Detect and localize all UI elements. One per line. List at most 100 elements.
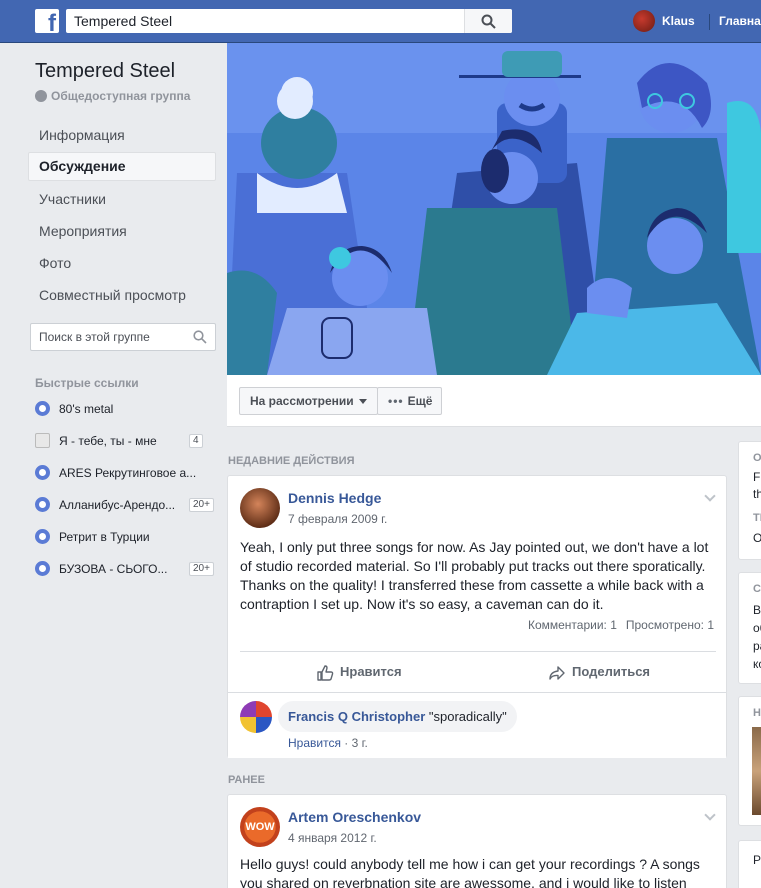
post-text: Yeah, I only put three songs for now. As…	[240, 539, 709, 612]
author-avatar[interactable]	[240, 488, 280, 528]
comment-meta: Нравится · 3 г.	[288, 736, 368, 750]
quick-link[interactable]: Я - тебе, ты - мне 4	[35, 431, 215, 451]
earlier-label: Ранее	[228, 774, 265, 786]
right-card-text: th	[753, 487, 761, 501]
post-date[interactable]: 4 января 2012 г.	[288, 831, 377, 845]
home-link[interactable]: Главна	[719, 14, 761, 28]
commenter-avatar[interactable]	[240, 701, 272, 733]
group-icon	[35, 529, 50, 544]
group-name[interactable]: Tempered Steel	[35, 60, 175, 83]
review-label: На рассмотрении	[250, 394, 354, 408]
group-thumbnail-icon	[35, 433, 50, 448]
right-card-text: F	[753, 470, 761, 484]
right-card-heading: СО	[753, 583, 761, 595]
nav-item-photos[interactable]: Фото	[28, 249, 216, 278]
nav-item-members[interactable]: Участники	[28, 185, 216, 214]
top-bar: f Klaus Главна	[0, 0, 761, 43]
comment-time[interactable]: 3 г.	[352, 736, 368, 750]
views-count[interactable]: Просмотрено: 1	[626, 618, 714, 632]
right-card-heading: НІ	[753, 707, 761, 719]
quick-link-label: БУЗОВА - СЬОГО...	[59, 562, 168, 576]
caret-down-icon	[359, 399, 367, 404]
post-text: Hello guys! could anybody tell me how i …	[240, 856, 700, 888]
comment-bubble: Francis Q Christopher "sporadically"	[278, 701, 517, 732]
right-card-text: Ре	[753, 853, 761, 867]
group-action-bar: На рассмотрении ••• Ещё	[227, 375, 761, 427]
right-card-text: об	[753, 621, 761, 635]
facebook-logo-icon[interactable]: f	[35, 9, 59, 33]
group-cover-image[interactable]	[227, 43, 761, 375]
group-search	[30, 323, 216, 351]
notification-badge: 4	[189, 434, 203, 448]
search-button[interactable]	[464, 9, 512, 33]
post-author[interactable]: Dennis Hedge	[288, 490, 381, 506]
quick-link-label: ARES Рекрутинговое а...	[59, 466, 197, 480]
chevron-down-icon[interactable]	[704, 490, 716, 502]
comment-like-link[interactable]: Нравится	[288, 736, 341, 750]
group-icon	[35, 401, 50, 416]
user-name-link[interactable]: Klaus	[662, 14, 695, 28]
right-sidebar-card: СО В об ра ко	[738, 572, 761, 684]
group-icon	[35, 465, 50, 480]
quick-link[interactable]: ARES Рекрутинговое а...	[35, 463, 215, 483]
post-date[interactable]: 7 февраля 2009 г.	[288, 512, 387, 526]
nav-item-discussion[interactable]: Обсуждение	[28, 152, 216, 181]
share-button[interactable]: Поделиться	[548, 656, 650, 688]
right-sidebar-card: Ре	[738, 840, 761, 888]
divider	[240, 651, 716, 652]
notification-badge: 20+	[189, 562, 214, 576]
post-author[interactable]: Artem Oreschenkov	[288, 809, 421, 825]
quick-link[interactable]: 80's metal	[35, 399, 215, 419]
global-search	[66, 9, 512, 33]
author-avatar[interactable]: WOW	[240, 807, 280, 847]
quick-link-label: 80's metal	[59, 402, 114, 416]
post-card: WOW Artem Oreschenkov 4 января 2012 г. H…	[227, 794, 727, 888]
avatar-logo-text: WOW	[245, 821, 275, 833]
nav-item-events[interactable]: Мероприятия	[28, 217, 216, 246]
right-card-text: О	[753, 531, 761, 545]
comment: Francis Q Christopher "sporadically" Нра…	[228, 692, 726, 758]
right-card-text: ра	[753, 639, 761, 653]
right-sidebar-card: НІ	[738, 696, 761, 826]
comment-text: "sporadically"	[428, 709, 507, 724]
quick-link-label: Ретрит в Турции	[59, 530, 150, 544]
search-icon	[481, 14, 496, 29]
right-card-text: ко	[753, 657, 761, 671]
right-card-thumbnail[interactable]	[752, 727, 761, 815]
share-arrow-icon	[549, 666, 565, 680]
notification-badge: 20+	[189, 498, 214, 512]
right-sidebar-card: О F th ТИ О	[738, 441, 761, 560]
recent-activity-label: Недавние действия	[228, 455, 355, 467]
global-search-input[interactable]	[66, 9, 456, 33]
search-icon[interactable]	[193, 330, 207, 344]
more-label: Ещё	[407, 394, 433, 408]
right-card-heading: ТИ	[753, 512, 761, 524]
review-dropdown-button[interactable]: На рассмотрении	[239, 387, 378, 415]
group-icon	[35, 561, 50, 576]
quick-link[interactable]: Ретрит в Турции	[35, 527, 215, 547]
quick-link-label: Алланибус-Арендо...	[59, 498, 176, 512]
globe-icon	[35, 90, 47, 102]
nav-item-watch-party[interactable]: Совместный просмотр	[28, 281, 216, 310]
quick-link[interactable]: БУЗОВА - СЬОГО... 20+	[35, 559, 215, 579]
more-button[interactable]: ••• Ещё	[377, 387, 442, 415]
right-card-text: В	[753, 603, 761, 617]
post-card: Dennis Hedge 7 февраля 2009 г. Yeah, I o…	[227, 475, 727, 758]
right-card-heading: О	[753, 452, 761, 464]
user-avatar[interactable]	[633, 10, 655, 32]
group-search-input[interactable]	[31, 324, 181, 350]
group-privacy: Общедоступная группа	[35, 89, 190, 103]
thumbs-up-icon	[317, 665, 334, 681]
group-privacy-label: Общедоступная группа	[51, 89, 191, 103]
quick-link[interactable]: Алланибус-Арендо... 20+	[35, 495, 215, 515]
comments-count[interactable]: Комментарии: 1	[528, 618, 617, 632]
topbar-divider	[709, 14, 710, 30]
group-icon	[35, 497, 50, 512]
nav-item-info[interactable]: Информация	[28, 121, 216, 150]
quick-link-label: Я - тебе, ты - мне	[59, 434, 157, 448]
like-button[interactable]: Нравится	[316, 656, 402, 688]
chevron-down-icon[interactable]	[704, 809, 716, 821]
more-dots-icon: •••	[388, 394, 404, 408]
comment-author[interactable]: Francis Q Christopher	[288, 709, 425, 724]
quick-links-title: Быстрые ссылки	[35, 376, 139, 390]
